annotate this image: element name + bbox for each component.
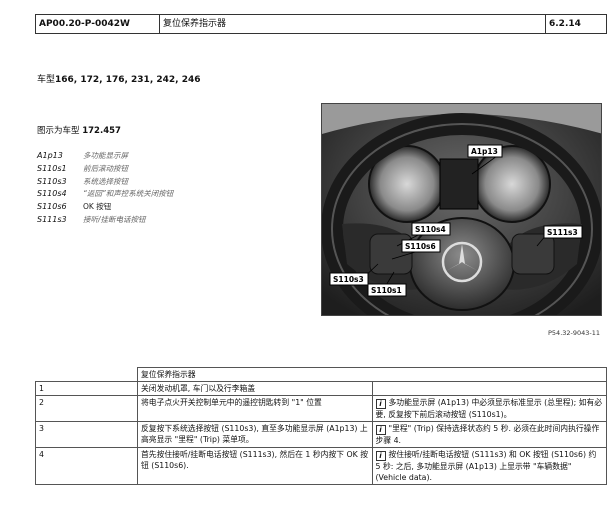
svg-text:S110s6: S110s6 [405, 242, 436, 251]
legend-code: A1p13 [37, 151, 63, 160]
legend-code: S110s3 [37, 176, 67, 186]
legend-code: S110s6 [37, 202, 67, 212]
doc-id: AP00.20-P-0042W [36, 15, 160, 33]
legend-code: S110s4 [37, 189, 67, 199]
step-action: 将电子点火开关控制单元中的遥控钥匙转到 "1" 位置 [137, 395, 373, 422]
doc-title: 复位保养指示器 [160, 15, 546, 33]
legend-desc: “返回”和声控系统关闭按钮 [83, 189, 174, 199]
section-number: 6.2.14 [549, 19, 581, 29]
svg-text:A1p13: A1p13 [471, 147, 498, 156]
document-header: AP00.20-P-0042W 复位保养指示器 6.2.14 [35, 14, 607, 34]
step-note: i "里程" (Trip) 保持选择状态约 5 秒. 必须在此时间内执行操作步骤 … [371, 421, 607, 448]
legend-item: S111s3 接听/挂断电话按钮 [37, 214, 173, 227]
step-number: 4 [35, 447, 138, 485]
legend-item: S110s3 系统选择按钮 [37, 176, 173, 189]
step-note-text: 按住接听/挂断电话按钮 (S111s3) 和 OK 按钮 (S110s6) 约 … [375, 450, 597, 482]
caption-model: 172.457 [82, 126, 121, 136]
component-legend: A1p13 多功能显示屏 S110s1 前后滚动按钮 S110s3 系统选择按钮 S1… [37, 150, 173, 227]
figure-reference: P54.32-9043-11 [548, 329, 601, 337]
table-heading: 复位保养指示器 [137, 367, 607, 382]
vehicle-models: 车型166, 172, 176, 231, 242, 246 [37, 72, 201, 85]
svg-text:S110s1: S110s1 [371, 286, 402, 295]
legend-code: S110s1 [37, 163, 67, 173]
table-row: 3 反复按下系统选择按钮 (S110s3), 直至多功能显示屏 (A1p13) … [35, 421, 607, 448]
table-header-row: 复位保养指示器 [35, 367, 607, 382]
svg-text:S110s3: S110s3 [333, 275, 364, 284]
models-list: 166, 172, 176, 231, 242, 246 [55, 75, 201, 85]
step-note-text: "里程" (Trip) 保持选择状态约 5 秒. 必须在此时间内执行操作步骤 4… [375, 424, 600, 445]
label-s111s3: S111s3 [543, 225, 583, 239]
models-prefix: 车型 [37, 75, 56, 85]
step-action: 反复按下系统选择按钮 (S110s3), 直至多功能显示屏 (A1p13) 上高… [137, 421, 373, 448]
legend-desc: OK 按钮 [83, 202, 112, 212]
step-note: i 按住接听/挂断电话按钮 (S111s3) 和 OK 按钮 (S110s6) 约… [371, 447, 607, 485]
procedure-table: 复位保养指示器 1 关闭发动机罩, 车门以及行李箱盖 2 将电子点火开关控制单元… [35, 367, 607, 485]
legend-item: S110s4 “返回”和声控系统关闭按钮 [37, 188, 173, 201]
info-icon: i [375, 451, 386, 461]
step-action: 关闭发动机罩, 车门以及行李箱盖 [137, 381, 373, 396]
steering-wheel-illustration: A1p13 S110s4 S110s6 S110s3 S110s1 S111s3 [322, 104, 601, 315]
legend-desc: 多功能显示屏 [83, 151, 128, 160]
step-action: 首先按住接听/挂断电话按钮 (S111s3), 然后在 1 秒内按下 OK 按钮… [137, 447, 373, 485]
legend-item: S110s6 OK 按钮 [37, 201, 173, 214]
info-icon: i [375, 425, 386, 435]
label-s110s6: S110s6 [401, 239, 441, 253]
legend-code: S111s3 [37, 214, 67, 224]
svg-text:S111s3: S111s3 [547, 228, 578, 237]
step-number: 2 [35, 395, 138, 422]
legend-desc: 接听/挂断电话按钮 [83, 214, 146, 224]
table-row: 2 将电子点火开关控制单元中的遥控钥匙转到 "1" 位置 i 多功能显示屏 (A1… [35, 395, 607, 422]
right-button-cluster [511, 233, 555, 275]
step-number: 1 [35, 381, 138, 396]
info-icon: i [375, 399, 386, 409]
label-s110s3: S110s3 [329, 272, 369, 286]
multifunction-display [439, 158, 479, 210]
legend-desc: 前后滚动按钮 [83, 163, 128, 173]
legend-item: S110s1 前后滚动按钮 [37, 163, 173, 176]
label-a1p13: A1p13 [467, 144, 503, 158]
step-note-text: 多功能显示屏 (A1p13) 中必须显示标准显示 (总里程); 如有必要, 反复… [375, 398, 603, 419]
label-s110s4: S110s4 [411, 222, 451, 236]
caption-prefix: 图示为车型 [37, 126, 80, 136]
steering-wheel-photo: A1p13 S110s4 S110s6 S110s3 S110s1 S111s3 [321, 103, 602, 316]
step-number: 3 [35, 421, 138, 448]
legend-item: A1p13 多功能显示屏 [37, 150, 173, 163]
step-note [371, 381, 607, 396]
step-note: i 多功能显示屏 (A1p13) 中必须显示标准显示 (总里程); 如有必要, 反… [371, 395, 607, 422]
legend-desc: 系统选择按钮 [83, 176, 128, 186]
label-s110s1: S110s1 [367, 283, 407, 297]
table-row: 4 首先按住接听/挂断电话按钮 (S111s3), 然后在 1 秒内按下 OK … [35, 447, 607, 485]
figure-caption: 图示为车型 172.457 [37, 124, 121, 136]
svg-text:S110s4: S110s4 [415, 225, 446, 234]
table-row: 1 关闭发动机罩, 车门以及行李箱盖 [35, 381, 607, 396]
